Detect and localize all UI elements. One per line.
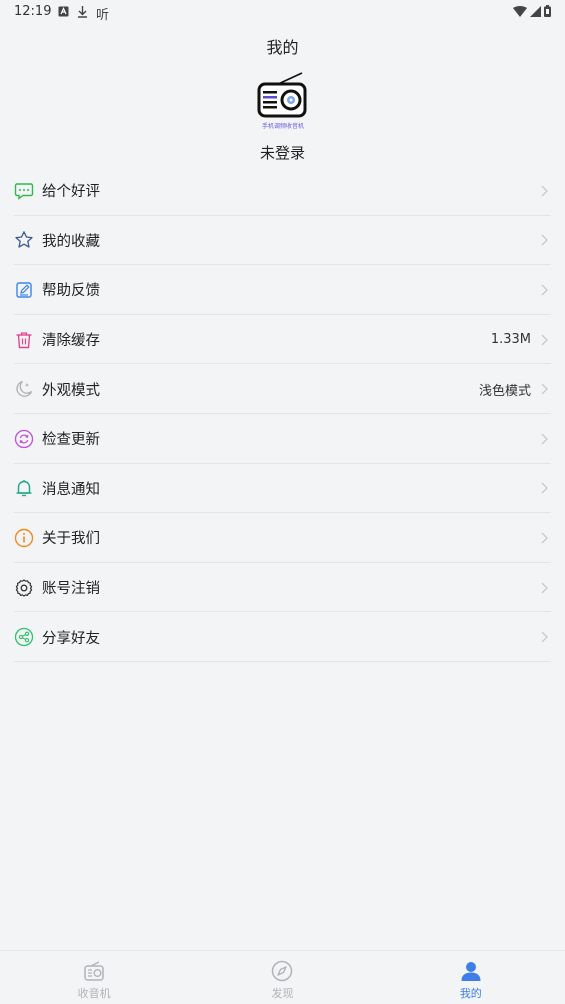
radio-icon [82,959,106,983]
gear-icon [14,578,34,598]
menu-label: 检查更新 [42,432,100,449]
wifi-icon [513,5,527,21]
radio-logo-icon: 手机调频收音机 [257,72,307,130]
tab-mine[interactable]: 我的 [377,951,565,1004]
edit-note-icon [14,280,34,300]
menu-item-notifications[interactable]: 消息通知 [0,464,565,514]
tab-radio[interactable]: 收音机 [0,951,188,1004]
menu-item-check-update[interactable]: 检查更新 [0,414,565,464]
tab-label: 发现 [271,987,294,1000]
menu-label: 账号注销 [42,581,100,598]
tab-discover[interactable]: 发现 [188,951,376,1004]
menu-item-rate[interactable]: 给个好评 [0,166,565,216]
page-title: 我的 [266,38,299,57]
chevron-right-icon [541,234,548,246]
battery-icon [544,5,551,21]
share-icon [14,627,34,647]
chevron-right-icon [541,383,548,395]
moon-icon [14,379,34,399]
screen: 12:19 听 我的 手机调频收音机 未登录 给个好评 我的收藏 帮助反馈 清除… [0,0,565,1004]
bottom-nav: 收音机 发现 我的 [0,950,565,1004]
chevron-right-icon [541,532,548,544]
logo-caption: 手机调频收音机 [262,122,304,130]
download-icon [77,5,88,22]
settings-menu: 给个好评 我的收藏 帮助反馈 清除缓存 1.33M 外观模式 浅色模式 检查更新… [0,166,565,662]
a-box-icon [58,6,69,21]
menu-label: 给个好评 [42,184,100,201]
tab-label: 我的 [459,987,482,1000]
person-icon [459,959,483,983]
menu-item-about[interactable]: 关于我们 [0,513,565,563]
compass-icon [270,959,294,983]
menu-label: 消息通知 [42,481,100,498]
menu-label: 帮助反馈 [42,283,100,300]
chevron-right-icon [541,284,548,296]
menu-item-feedback[interactable]: 帮助反馈 [0,265,565,315]
menu-label: 清除缓存 [42,333,100,350]
menu-item-clear-cache[interactable]: 清除缓存 1.33M [0,315,565,365]
menu-label: 关于我们 [42,531,100,548]
menu-item-share[interactable]: 分享好友 [0,612,565,662]
status-left-icons: 听 [58,4,109,23]
menu-item-favorites[interactable]: 我的收藏 [0,216,565,266]
menu-label: 外观模式 [42,382,100,399]
chevron-right-icon [541,433,548,445]
info-icon [14,528,34,548]
status-bar: 12:19 听 [0,0,565,24]
tab-label: 收音机 [77,987,111,1000]
status-time: 12:19 [14,4,52,19]
chat-bubble-icon [14,181,34,201]
chevron-right-icon [541,631,548,643]
menu-item-delete-account[interactable]: 账号注销 [0,563,565,613]
status-right-icons [513,5,551,21]
bell-icon [14,478,34,498]
ting-app-icon: 听 [96,8,110,23]
trash-icon [14,330,34,350]
app-logo: 手机调频收音机 [252,70,314,132]
star-icon [14,230,34,250]
cache-size-value: 1.33M [490,332,531,348]
menu-item-appearance[interactable]: 外观模式 浅色模式 [0,364,565,414]
chevron-right-icon [541,334,548,346]
chevron-right-icon [541,482,548,494]
menu-label: 我的收藏 [42,233,100,250]
appearance-mode-value: 浅色模式 [478,383,531,399]
login-status[interactable]: 未登录 [0,142,565,163]
chevron-right-icon [541,582,548,594]
chevron-right-icon [541,185,548,197]
signal-icon [530,5,541,21]
menu-label: 分享好友 [42,630,100,647]
refresh-icon [14,429,34,449]
